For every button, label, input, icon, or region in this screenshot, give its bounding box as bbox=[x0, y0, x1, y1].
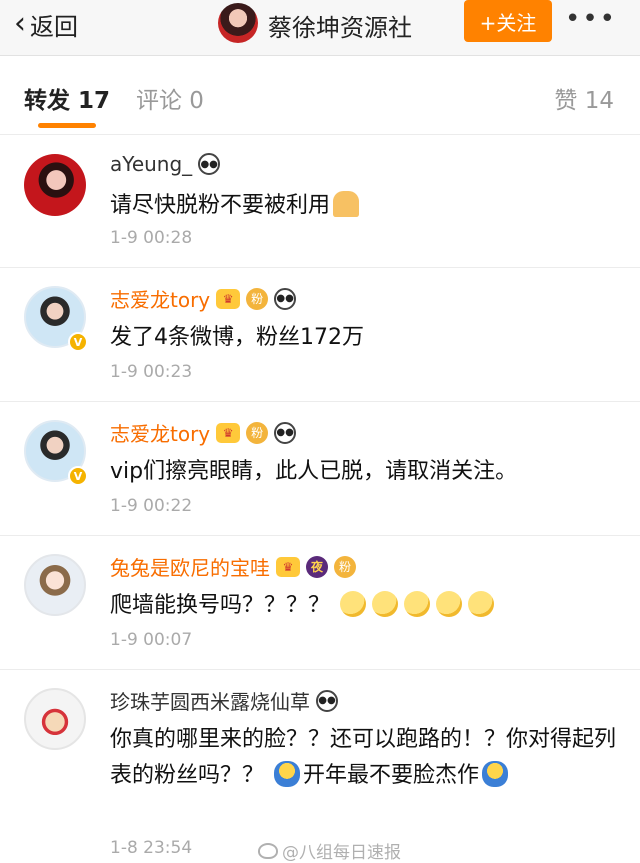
list-item[interactable]: 珍珠芋圆西米露烧仙草 ●● 你真的哪里来的脸？？还可以跑路的！？你对得起列表的粉… bbox=[0, 670, 640, 863]
username[interactable]: 珍珠芋圆西米露烧仙草 bbox=[110, 686, 310, 715]
verified-icon: V bbox=[68, 466, 88, 486]
list-item[interactable]: V 志爱龙tory ♛ 粉 ●● vip们擦亮眼睛，此人已脱，请取消关注。 1-… bbox=[0, 402, 640, 536]
tab-reposts[interactable]: 转发 17 bbox=[24, 81, 110, 115]
thinking-emoji-icon bbox=[436, 591, 463, 617]
username-row: 志爱龙tory ♛ 粉 ●● bbox=[110, 418, 297, 447]
back-label: 返回 bbox=[30, 12, 78, 41]
comment-text: 爬墙能换号吗？？？？ bbox=[110, 588, 620, 624]
back-button[interactable]: ‹ 返回 bbox=[14, 6, 78, 42]
avatar[interactable] bbox=[24, 688, 86, 750]
username-row: 兔兔是欧尼的宝哇 ♛ 夜 粉 bbox=[110, 552, 356, 581]
watermark-text: @八组每日速报 bbox=[282, 843, 401, 863]
tab-likes[interactable]: 赞 14 bbox=[554, 81, 614, 115]
timestamp: 1-9 00:23 bbox=[110, 362, 193, 382]
tab-bar: 转发 17 评论 0 赞 14 bbox=[0, 57, 640, 135]
comment-text: vip们擦亮眼睛，此人已脱，请取消关注。 bbox=[110, 459, 518, 484]
chevron-left-icon: ‹ bbox=[14, 6, 26, 41]
night-badge-icon: 夜 bbox=[306, 555, 328, 578]
comment-text: 请尽快脱粉不要被利用 bbox=[110, 188, 620, 224]
comment-text: 发了4条微博，粉丝172万 bbox=[110, 325, 364, 350]
account-avatar[interactable] bbox=[218, 3, 258, 43]
list-item[interactable]: V 志爱龙tory ♛ 粉 ●● 发了4条微博，粉丝172万 1-9 00:23 bbox=[0, 268, 640, 402]
list-item[interactable]: 兔兔是欧尼的宝哇 ♛ 夜 粉 爬墙能换号吗？？？？ 1-9 00:07 bbox=[0, 536, 640, 670]
username[interactable]: 志爱龙tory bbox=[110, 284, 210, 313]
username-row: 志爱龙tory ♛ 粉 ●● bbox=[110, 284, 297, 313]
avatar[interactable] bbox=[24, 554, 86, 616]
crown-icon: ♛ bbox=[216, 288, 241, 309]
thinking-emoji-icon bbox=[372, 591, 399, 617]
username[interactable]: aYeung_ bbox=[110, 152, 192, 176]
timestamp: 1-8 23:54 bbox=[110, 838, 193, 858]
thinking-emoji-icon bbox=[404, 591, 431, 617]
username[interactable]: 志爱龙tory bbox=[110, 418, 210, 447]
list-item[interactable]: aYeung_ ●● 请尽快脱粉不要被利用 1-9 00:28 bbox=[0, 136, 640, 268]
shrug-emoji-icon bbox=[482, 761, 509, 787]
fan-badge-icon: 粉 bbox=[246, 287, 269, 310]
username[interactable]: 兔兔是欧尼的宝哇 bbox=[110, 552, 270, 581]
comment-body: 爬墙能换号吗？？？？ bbox=[110, 593, 331, 618]
avatar[interactable] bbox=[24, 154, 86, 216]
page-title: 蔡徐坤资源社 bbox=[268, 14, 412, 42]
repost-list: aYeung_ ●● 请尽快脱粉不要被利用 1-9 00:28 V 志爱龙tor… bbox=[0, 136, 640, 863]
shrug-emoji-icon bbox=[274, 761, 301, 787]
panda-icon: ●● bbox=[198, 153, 221, 175]
panda-icon: ●● bbox=[274, 287, 297, 310]
timestamp: 1-9 00:22 bbox=[110, 496, 193, 516]
weibo-logo-icon bbox=[258, 842, 278, 859]
timestamp: 1-9 00:28 bbox=[110, 228, 193, 248]
tab-comments[interactable]: 评论 0 bbox=[136, 81, 204, 115]
follow-button[interactable]: +关注 bbox=[464, 0, 552, 42]
crown-icon: ♛ bbox=[276, 556, 300, 577]
panda-icon: ●● bbox=[316, 689, 338, 712]
comment-body: 开年最不要脸杰作 bbox=[303, 763, 480, 788]
username-row: 珍珠芋圆西米露烧仙草 ●● bbox=[110, 686, 338, 715]
more-options-icon[interactable]: ••• bbox=[565, 4, 617, 34]
watermark: @八组每日速报 bbox=[258, 838, 401, 863]
verified-icon: V bbox=[68, 332, 88, 352]
thinking-emoji-icon bbox=[340, 591, 367, 617]
fan-badge-icon: 粉 bbox=[246, 421, 269, 444]
top-nav-bar: ‹ 返回 蔡徐坤资源社 +关注 ••• bbox=[0, 0, 640, 56]
thinking-emoji-icon bbox=[468, 591, 495, 617]
comment-text: 你真的哪里来的脸？？还可以跑路的！？你对得起列表的粉丝吗？？ 开年最不要脸杰作 bbox=[110, 722, 620, 794]
username-row: aYeung_ ●● bbox=[110, 152, 221, 176]
comment-body: 请尽快脱粉不要被利用 bbox=[110, 193, 331, 218]
crown-icon: ♛ bbox=[216, 422, 241, 443]
active-tab-indicator bbox=[38, 123, 96, 128]
fan-badge-icon: 粉 bbox=[334, 555, 356, 578]
panda-icon: ●● bbox=[274, 421, 297, 444]
timestamp: 1-9 00:07 bbox=[110, 630, 193, 650]
pray-emoji-icon bbox=[333, 191, 360, 217]
